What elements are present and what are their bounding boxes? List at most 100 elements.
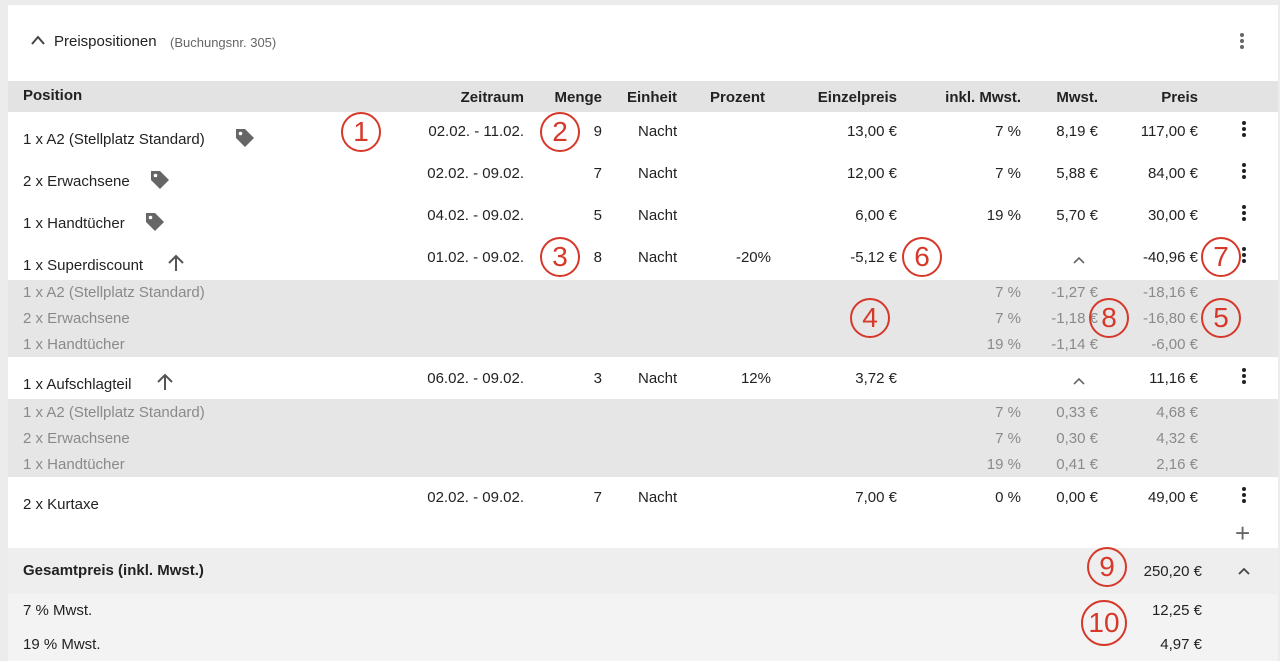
sub-inkl: 7 % [995,404,1021,421]
row-einzelpreis: 7,00 € [855,489,897,506]
row-menu-icon[interactable] [1241,368,1247,386]
row-inkl: 0 % [995,489,1021,506]
row-inkl: 7 % [995,123,1021,140]
col-position: Position [23,87,83,104]
row-mwst: 8,19 € [1056,123,1098,140]
row-preis: 11,16 € [1149,370,1198,387]
row-zeitraum: 01.02. - 09.02. [427,249,524,266]
caret-up-icon[interactable] [1072,255,1086,265]
chevron-up-icon[interactable] [30,34,46,46]
annotation-marker: 7 [1201,237,1241,277]
sub-position: 1 x A2 (Stellplatz Standard) [23,284,205,301]
sub-position: 1 x A2 (Stellplatz Standard) [23,404,205,421]
col-menge: Menge [554,89,602,106]
row-position: 1 x Superdiscount [23,257,144,274]
tag-icon[interactable] [233,126,257,150]
caret-up-icon[interactable] [1072,376,1086,386]
col-mwst: Mwst. [1056,89,1098,106]
row-zeitraum: 04.02. - 09.02. [427,207,524,224]
sub-preis: 2,16 € [1156,456,1198,473]
row-einheit: Nacht [638,165,678,182]
surcharge-breakdown: 1 x A2 (Stellplatz Standard) 7 % 0,33 € … [8,399,1278,477]
annotation-marker: 10 [1081,600,1127,646]
row-preis: 30,00 € [1147,207,1198,224]
row-menu-icon[interactable] [1241,487,1247,505]
sub-preis: -16,80 € [1142,310,1198,327]
row-menge: 9 [593,123,602,140]
arrow-up-icon[interactable] [166,253,186,273]
sub-mwst: 0,41 € [1056,456,1098,473]
row-menu-icon[interactable] [1241,247,1247,265]
row-menge: 8 [593,249,602,266]
total-label: Gesamtpreis (inkl. Mwst.) [23,562,204,579]
row-mwst: 0,00 € [1056,489,1098,506]
discount-breakdown: 1 x A2 (Stellplatz Standard) 7 % -1,27 €… [8,280,1278,357]
row-inkl: 19 % [986,207,1021,224]
annotation-marker: 9 [1087,547,1127,587]
row-menu-icon[interactable] [1241,205,1247,223]
row-menu-icon[interactable] [1241,121,1247,139]
tax-value: 4,97 € [1160,636,1202,653]
row-prozent: 12% [740,370,771,387]
table-row[interactable]: 1 x Aufschlagteil 06.02. - 09.02. 3 Nach… [8,357,1278,399]
sub-inkl: 7 % [995,310,1021,327]
row-einzelpreis: 3,72 € [855,370,897,387]
sub-position: 1 x Handtücher [23,456,125,473]
table-row[interactable]: 1 x A2 (Stellplatz Standard) 02.02. - 11… [8,112,1278,154]
row-zeitraum: 02.02. - 09.02. [427,165,524,182]
row-einheit: Nacht [638,123,678,140]
section-header[interactable]: Preispositionen (Buchungsnr. 305) [8,5,1278,80]
arrow-up-icon[interactable] [155,372,175,392]
row-position: 2 x Kurtaxe [23,496,99,513]
row-position: 1 x A2 (Stellplatz Standard) [23,131,205,148]
row-menu-icon[interactable] [1241,163,1247,181]
row-position: 2 x Erwachsene [23,173,130,190]
table-row[interactable]: 2 x Kurtaxe 02.02. - 09.02. 7 Nacht 7,00… [8,477,1278,548]
sub-position: 2 x Erwachsene [23,430,130,447]
sub-preis: -18,16 € [1142,284,1198,301]
row-menge: 7 [593,165,602,182]
tag-icon[interactable] [143,210,167,234]
table-row[interactable]: 1 x Superdiscount 01.02. - 09.02. 8 Nach… [8,238,1278,280]
tax-value: 12,25 € [1151,602,1202,619]
row-einheit: Nacht [638,370,678,387]
row-preis: 84,00 € [1147,165,1198,182]
row-position: 1 x Aufschlagteil [23,376,132,393]
row-mwst: 5,70 € [1056,207,1098,224]
row-preis: -40,96 € [1142,249,1198,266]
col-prozent: Prozent [710,89,766,106]
sub-position: 1 x Handtücher [23,336,125,353]
row-zeitraum: 02.02. - 09.02. [427,489,524,506]
annotation-marker: 1 [341,112,381,152]
table-row[interactable]: 1 x Handtücher 04.02. - 09.02. 5 Nacht 6… [8,196,1278,238]
tax-label: 19 % Mwst. [23,636,101,653]
sub-mwst: -1,14 € [1051,336,1098,353]
col-zeitraum: Zeitraum [460,89,524,106]
row-menge: 7 [593,489,602,506]
row-prozent: -20% [735,249,771,266]
row-preis: 117,00 € [1140,123,1198,140]
table-row[interactable]: 2 x Erwachsene 02.02. - 09.02. 7 Nacht 1… [8,154,1278,196]
row-einzelpreis: 13,00 € [846,123,897,140]
sub-preis: -6,00 € [1151,336,1198,353]
chevron-up-icon[interactable] [1237,566,1251,576]
col-einzelpreis: Einzelpreis [817,89,897,106]
row-mwst: 5,88 € [1056,165,1098,182]
row-menge: 3 [593,370,602,387]
annotation-marker: 3 [540,237,580,277]
row-zeitraum: 02.02. - 11.02. [428,123,524,140]
tag-icon[interactable] [148,168,172,192]
tax-label: 7 % Mwst. [23,602,93,619]
sub-inkl: 19 % [986,336,1021,353]
sub-inkl: 19 % [986,456,1021,473]
col-einheit: Einheit [627,89,678,106]
sub-inkl: 7 % [995,430,1021,447]
sub-mwst: 0,33 € [1056,404,1098,421]
add-position-button[interactable]: + [1235,520,1250,546]
col-inkl-mwst: inkl. Mwst. [945,89,1021,106]
more-menu-icon[interactable] [1239,33,1245,51]
row-einheit: Nacht [638,489,678,506]
booking-number: (Buchungsnr. 305) [170,35,277,50]
sub-inkl: 7 % [995,284,1021,301]
annotation-marker: 8 [1089,298,1129,338]
